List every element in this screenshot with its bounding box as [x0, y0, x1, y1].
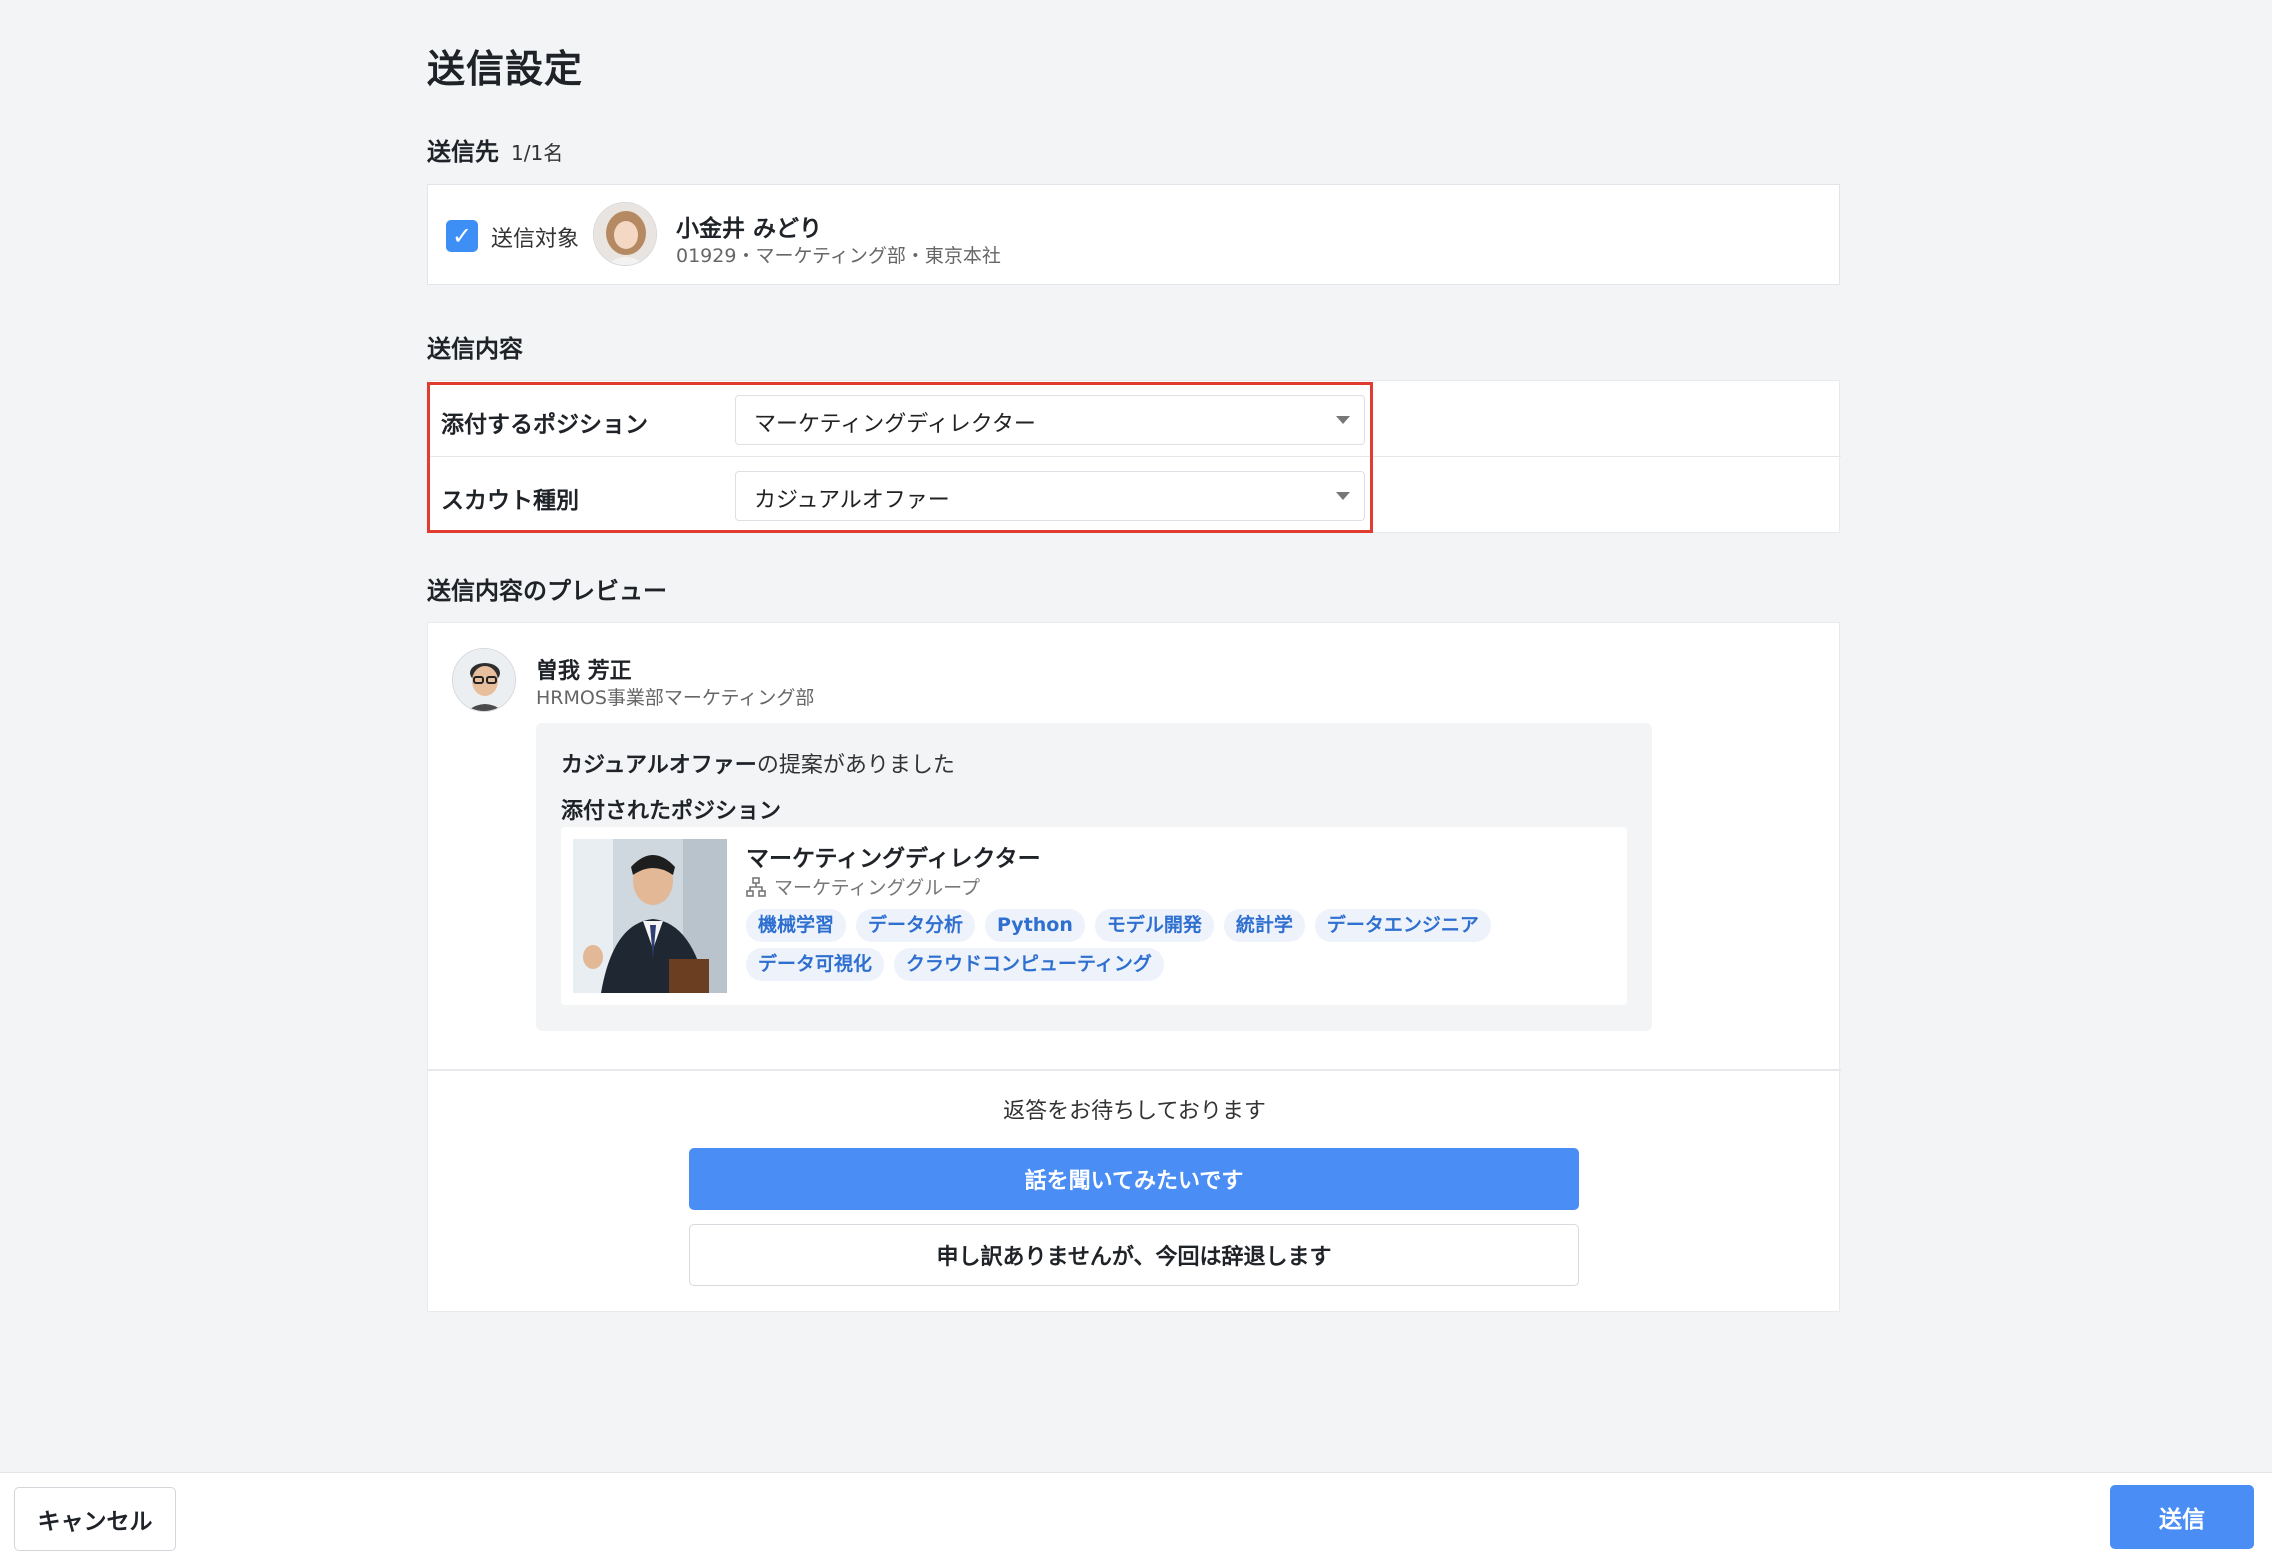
skill-tag: 統計学 — [1223, 909, 1305, 942]
recipient-name: 小金井 みどり — [676, 216, 823, 242]
position-card[interactable]: マーケティングディレクター マーケティンググループ 機械学習 データ分析 Pyt… — [561, 827, 1627, 1005]
send-button[interactable]: 送信 — [2110, 1485, 2254, 1549]
footer-bar: キャンセル 送信 — [0, 1472, 2272, 1556]
accept-button[interactable]: 話を聞いてみたいです — [689, 1148, 1579, 1210]
scout-type-select[interactable]: カジュアルオファー — [735, 471, 1365, 521]
skill-tag: データ分析 — [856, 909, 976, 942]
cancel-button[interactable]: キャンセル — [14, 1487, 176, 1551]
chevron-down-icon — [1336, 492, 1350, 500]
position-row: 添付するポジション マーケティングディレクター — [428, 381, 1841, 457]
offer-type: カジュアルオファー — [561, 753, 757, 778]
skill-tag: データエンジニア — [1314, 909, 1491, 942]
skill-tag: Python — [985, 909, 1085, 942]
offer-message: カジュアルオファーの提案がありました — [561, 747, 955, 779]
scout-type-row: スカウト種別 カジュアルオファー — [428, 457, 1841, 533]
sender-name: 曽我 芳正 — [536, 659, 632, 684]
offer-suffix: の提案がありました — [756, 753, 955, 778]
recipient-card: ✓ 送信対象 小金井 みどり 01929・マーケティング部・東京本社 — [427, 184, 1840, 285]
position-label: 添付するポジション — [441, 412, 648, 438]
skill-tag: モデル開発 — [1094, 909, 1214, 942]
recipient-avatar — [593, 202, 657, 266]
position-select[interactable]: マーケティングディレクター — [735, 395, 1365, 445]
position-title: マーケティングディレクター — [746, 846, 1041, 872]
skill-tag: 機械学習 — [746, 909, 847, 942]
position-select-value: マーケティングディレクター — [754, 412, 1036, 437]
content-form: 添付するポジション マーケティングディレクター スカウト種別 カジュアルオファー — [427, 380, 1841, 533]
decline-button[interactable]: 申し訳ありませんが、今回は辞退します — [689, 1224, 1579, 1286]
content-section-title: 送信内容 — [427, 335, 523, 363]
preview-section-title: 送信内容のプレビュー — [427, 577, 667, 605]
org-chart-icon — [746, 876, 766, 897]
recipients-title: 送信先 — [427, 138, 499, 166]
skill-tags: 機械学習 データ分析 Python モデル開発 統計学 データエンジニア データ… — [746, 909, 1536, 981]
sender-dept: HRMOS事業部マーケティング部 — [536, 687, 815, 709]
scout-type-select-value: カジュアルオファー — [754, 488, 950, 513]
recipients-count: 1/1名 — [511, 141, 564, 165]
sender-avatar — [452, 648, 516, 712]
recipient-meta: 01929・マーケティング部・東京本社 — [676, 245, 1001, 267]
reply-wait-text: 返答をお待ちしております — [1003, 1099, 1266, 1124]
attached-position-title: 添付されたポジション — [561, 799, 782, 824]
position-group-label: マーケティンググループ — [774, 877, 980, 899]
position-photo — [573, 839, 727, 993]
send-target-label: 送信対象 — [491, 227, 580, 252]
skill-tag: データ可視化 — [746, 948, 885, 981]
chevron-down-icon — [1336, 416, 1350, 424]
page-title: 送信設定 — [427, 47, 584, 91]
scout-type-label: スカウト種別 — [441, 488, 579, 514]
position-group: マーケティンググループ — [746, 873, 980, 900]
preview-card: 曽我 芳正 HRMOS事業部マーケティング部 カジュアルオファーの提案がありまし… — [427, 622, 1841, 1312]
message-box: カジュアルオファーの提案がありました 添付されたポジション マーケティングディレ… — [536, 723, 1652, 1031]
send-target-checkbox[interactable]: ✓ — [446, 220, 478, 252]
skill-tag: クラウドコンピューティング — [894, 948, 1164, 981]
recipients-section-title: 送信先 1/1名 — [427, 132, 563, 167]
preview-divider — [428, 1069, 1841, 1071]
